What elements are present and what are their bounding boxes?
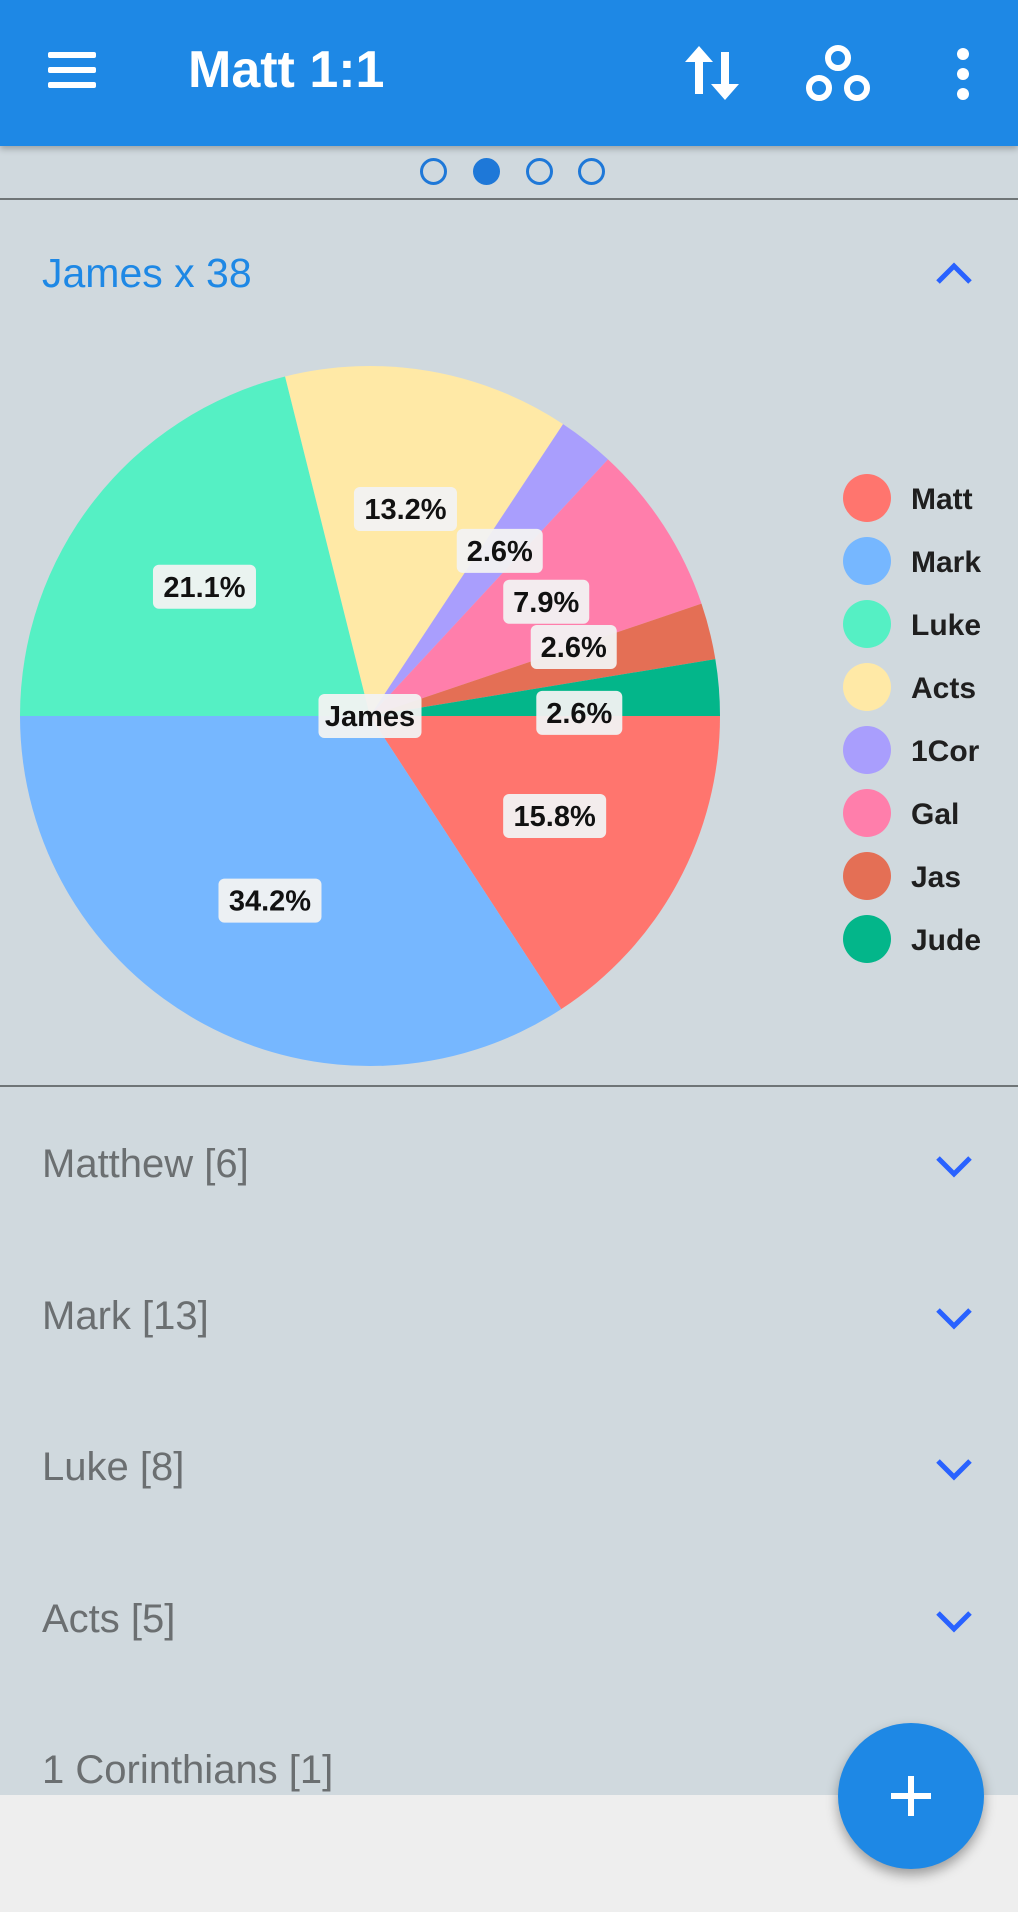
- legend-label-luke: Luke: [911, 609, 981, 642]
- legend-label-1cor: 1Cor: [911, 735, 980, 768]
- pie-chart: 15.8% 34.2% 21.1% 13.2% 2.6% 7.9% 2.6% 2.6% Jame…: [0, 340, 1018, 1080]
- list-item-label: 1 Corinthians [1]: [42, 1748, 334, 1792]
- legend-swatch-jude: [843, 915, 891, 963]
- divider: [0, 1085, 1018, 1087]
- list-item-label: Mark [13]: [42, 1294, 209, 1338]
- slice-label-luke: 21.1%: [152, 564, 256, 609]
- svg-text:2.6%: 2.6%: [467, 536, 533, 568]
- swap-vertical-icon[interactable]: [677, 38, 747, 108]
- slice-label-matt: 15.8%: [503, 794, 607, 839]
- legend-swatch-luke: [843, 600, 891, 648]
- legend-label-jude: Jude: [911, 924, 981, 957]
- list-item[interactable]: Luke [8]: [0, 1393, 1018, 1543]
- more-vert-icon[interactable]: [928, 38, 998, 108]
- page-dot[interactable]: [420, 158, 447, 185]
- list-item[interactable]: Acts [5]: [0, 1545, 1018, 1695]
- legend-label-acts: Acts: [911, 672, 976, 705]
- legend-swatch-matt: [843, 474, 891, 522]
- list-item-label: Acts [5]: [42, 1597, 176, 1641]
- slice-label-1cor: 2.6%: [456, 528, 543, 573]
- list-item-label: Luke [8]: [42, 1445, 185, 1489]
- chevron-down-icon[interactable]: [932, 1304, 976, 1334]
- legend-swatch-1cor: [843, 726, 891, 774]
- page-dot[interactable]: [526, 158, 553, 185]
- slice-label-mark: 34.2%: [218, 878, 322, 923]
- svg-text:21.1%: 21.1%: [163, 572, 245, 604]
- svg-text:James: James: [325, 701, 415, 733]
- svg-text:2.6%: 2.6%: [546, 698, 612, 730]
- legend-swatch-gal: [843, 789, 891, 837]
- app-title: Matt 1:1: [188, 41, 385, 99]
- legend-swatch-jas: [843, 852, 891, 900]
- pie-chart-svg: 15.8% 34.2% 21.1% 13.2% 2.6% 7.9% 2.6% 2.6% Jame…: [20, 366, 981, 1066]
- divider: [0, 198, 1018, 200]
- menu-icon[interactable]: [42, 48, 98, 98]
- share-nodes-icon[interactable]: [803, 38, 873, 108]
- page-dot[interactable]: [578, 158, 605, 185]
- chevron-up-icon[interactable]: [932, 258, 976, 288]
- page-indicator: [0, 156, 1018, 190]
- slice-label-jude: 2.6%: [536, 690, 623, 735]
- slice-label-acts: 13.2%: [353, 487, 457, 532]
- svg-text:15.8%: 15.8%: [514, 801, 596, 833]
- chevron-down-icon[interactable]: [932, 1455, 976, 1485]
- slice-label-gal: 7.9%: [503, 579, 590, 624]
- page-dot-active[interactable]: [473, 158, 500, 185]
- svg-text:2.6%: 2.6%: [541, 632, 607, 664]
- legend-label-jas: Jas: [911, 861, 961, 894]
- legend-label-mark: Mark: [911, 546, 981, 579]
- chevron-down-icon[interactable]: [932, 1607, 976, 1637]
- section-title[interactable]: James x 38: [42, 250, 252, 297]
- svg-text:13.2%: 13.2%: [364, 494, 446, 526]
- legend-swatch-acts: [843, 663, 891, 711]
- slice-label-jas: 2.6%: [530, 625, 617, 670]
- chevron-down-icon[interactable]: [932, 1152, 976, 1182]
- app-bar: Matt 1:1: [0, 0, 1018, 146]
- pie-center-label: James: [318, 694, 422, 738]
- list-item[interactable]: Matthew [6]: [0, 1090, 1018, 1240]
- legend-label-gal: Gal: [911, 798, 959, 831]
- list-item-label: Matthew [6]: [42, 1142, 249, 1186]
- legend-swatch-mark: [843, 537, 891, 585]
- add-button[interactable]: [838, 1723, 984, 1869]
- svg-text:34.2%: 34.2%: [229, 886, 311, 918]
- list-item[interactable]: Mark [13]: [0, 1242, 1018, 1392]
- svg-text:7.9%: 7.9%: [513, 587, 579, 619]
- legend-label-matt: Matt: [911, 483, 973, 516]
